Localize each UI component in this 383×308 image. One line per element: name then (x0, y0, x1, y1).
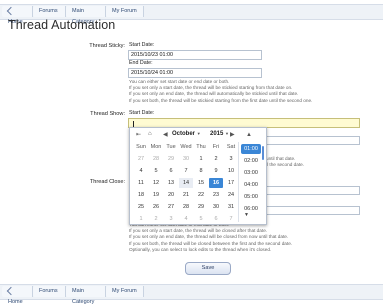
calendar-day[interactable]: 30 (179, 154, 193, 164)
calendar-day[interactable]: 9 (209, 166, 223, 176)
show-start-label: Start Date: (129, 110, 155, 116)
weekday-header: Sat (226, 144, 236, 150)
calendar-day[interactable]: 23 (209, 190, 223, 200)
sticky-start-label: Start Date: (129, 42, 155, 48)
calendar-day[interactable]: 28 (179, 202, 193, 212)
breadcrumb-item-my-forum[interactable]: My Forum (106, 6, 144, 17)
calendar-day[interactable]: 3 (224, 154, 238, 164)
calendar-day[interactable]: 10 (224, 166, 238, 176)
calendar-day[interactable]: 6 (209, 214, 223, 224)
breadcrumb-item-my-forum[interactable]: My Forum (106, 286, 144, 297)
time-option[interactable]: 05:00 (241, 192, 261, 202)
calendar-day[interactable]: 27 (134, 154, 148, 164)
close-hint: You can either set start date or end dat… (129, 222, 293, 252)
thread-sticky-label: Thread Sticky: (89, 43, 125, 49)
time-option[interactable]: 02:00 (241, 156, 261, 166)
calendar-day[interactable]: 19 (149, 190, 163, 200)
time-list: 01:00 02:00 03:00 04:00 05:00 06:00 (238, 142, 265, 222)
month-select[interactable]: October ▼ (172, 131, 201, 137)
time-scrollbar[interactable] (262, 146, 264, 160)
time-option[interactable]: 03:00 (241, 168, 261, 178)
calendar-day[interactable]: 16 (209, 178, 223, 188)
save-button[interactable]: Save (185, 262, 231, 275)
home-icon[interactable]: ⌂ (148, 131, 152, 137)
close-end-date-input[interactable] (266, 206, 360, 215)
calendar-day[interactable]: 28 (149, 154, 163, 164)
calendar-day[interactable]: 4 (179, 214, 193, 224)
calendar-day[interactable]: 2 (149, 214, 163, 224)
calendar-day[interactable]: 1 (134, 214, 148, 224)
calendar-day[interactable]: 17 (224, 178, 238, 188)
calendar-day[interactable]: 29 (194, 202, 208, 212)
date-picker-popup: ⇤ ⌂ ◀ October ▼ 2015 ▼ ▶ ▲ Sun Mon Tue Wed T… (129, 127, 267, 225)
scroll-down-icon[interactable]: ▼ (244, 212, 249, 218)
show-hint: until that date. il the second date. (266, 156, 305, 168)
weekday-header: Fri (212, 144, 220, 150)
thread-show-label: Thread Show: (90, 111, 125, 117)
calendar-day[interactable]: 6 (164, 166, 178, 176)
breadcrumb-bottom: Home Forums Main Category My Forum (0, 284, 383, 305)
weekday-header: Sun (136, 144, 146, 150)
weekday-header: Thu (196, 144, 206, 150)
chevron-down-icon: ▼ (196, 131, 201, 136)
sticky-end-date-input[interactable]: 2015/10/24 01:00 (128, 68, 262, 78)
calendar-day[interactable]: 8 (194, 166, 208, 176)
page-title: Thread Automation (8, 18, 116, 32)
chevron-down-icon: ▼ (225, 131, 229, 136)
prev-year-icon[interactable]: ⇤ (136, 131, 141, 138)
weekday-header: Wed (180, 144, 192, 150)
prev-month-icon[interactable]: ◀ (163, 131, 168, 138)
show-end-date-input[interactable] (266, 136, 360, 145)
calendar-day[interactable]: 21 (179, 190, 193, 200)
calendar-day[interactable]: 5 (149, 166, 163, 176)
calendar-day[interactable]: 26 (149, 202, 163, 212)
calendar-day[interactable]: 29 (164, 154, 178, 164)
next-month-icon[interactable]: ▶ (230, 131, 235, 138)
calendar-day[interactable]: 15 (194, 178, 208, 188)
date-picker-header: ⇤ ⌂ ◀ October ▼ 2015 ▼ ▶ ▲ (130, 128, 266, 142)
home-icon (6, 286, 16, 295)
calendar-day[interactable]: 5 (194, 214, 208, 224)
scroll-up-icon[interactable]: ▲ (246, 132, 252, 138)
breadcrumb-item-home[interactable]: Home (2, 286, 33, 305)
weekday-header: Tue (166, 144, 176, 150)
calendar-day[interactable]: 27 (164, 202, 178, 212)
sticky-hint: You can either set start date or end dat… (129, 79, 313, 103)
calendar-day[interactable]: 2 (209, 154, 223, 164)
breadcrumb-item-home[interactable]: Home (2, 6, 33, 25)
calendar-day[interactable]: 13 (164, 178, 178, 188)
breadcrumb-item-forums[interactable]: Forums (33, 286, 66, 297)
sticky-start-date-input[interactable]: 2015/10/23 01:00 (128, 50, 262, 60)
time-option[interactable]: 04:00 (241, 180, 261, 190)
calendar-day[interactable]: 20 (164, 190, 178, 200)
calendar-day[interactable]: 11 (134, 178, 148, 188)
calendar-day[interactable]: 12 (149, 178, 163, 188)
calendar-day[interactable]: 18 (134, 190, 148, 200)
calendar-day[interactable]: 22 (194, 190, 208, 200)
calendar-day[interactable]: 14 (179, 178, 193, 188)
calendar-day[interactable]: 1 (194, 154, 208, 164)
breadcrumb-item-main-category[interactable]: Main Category (66, 286, 106, 305)
weekday-header: Mon (150, 144, 162, 150)
breadcrumb-item-forums[interactable]: Forums (33, 6, 66, 17)
calendar-day[interactable]: 3 (164, 214, 178, 224)
home-icon (6, 6, 16, 15)
calendar-day[interactable]: 7 (179, 166, 193, 176)
close-start-date-input[interactable] (266, 186, 360, 195)
calendar-day[interactable]: 4 (134, 166, 148, 176)
time-option[interactable]: 01:00 (241, 144, 261, 154)
calendar-day[interactable]: 30 (209, 202, 223, 212)
thread-close-label: Thread Close: (89, 179, 125, 185)
calendar-day[interactable]: 7 (224, 214, 238, 224)
calendar-day[interactable]: 24 (224, 190, 238, 200)
calendar-day[interactable]: 31 (224, 202, 238, 212)
sticky-end-label: End Date: (129, 60, 153, 66)
calendar-day[interactable]: 25 (134, 202, 148, 212)
breadcrumb-item-main-category[interactable]: Main Category (66, 6, 106, 25)
year-select[interactable]: 2015 ▼ (210, 131, 229, 137)
